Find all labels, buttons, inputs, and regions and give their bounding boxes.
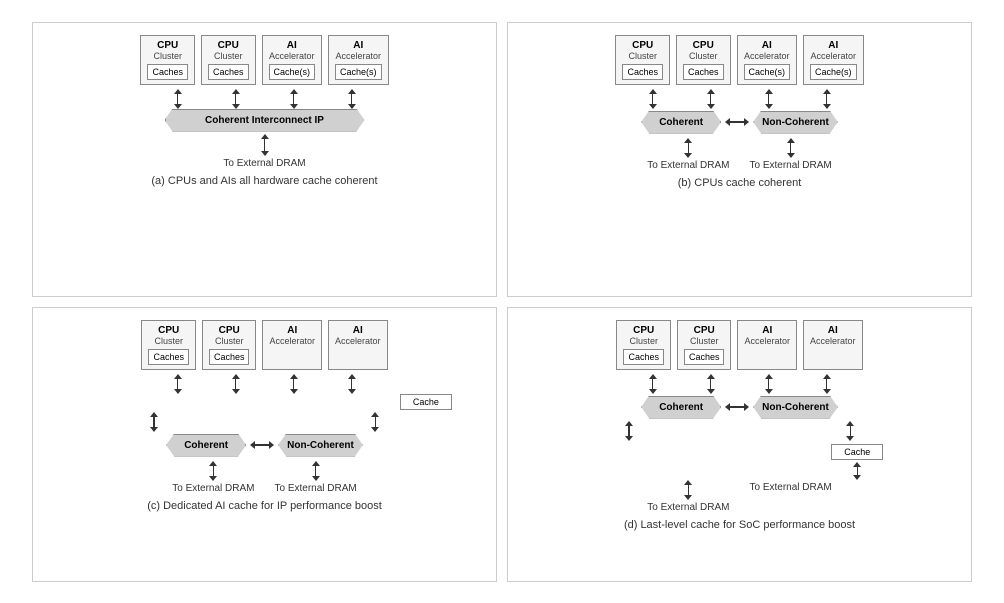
arrows-d-mid xyxy=(518,421,961,441)
cache-box: Caches xyxy=(208,64,249,80)
cluster-title: CPU xyxy=(147,40,188,51)
v-arrow-3 xyxy=(268,89,320,109)
dram-label-b2: To External DRAM xyxy=(750,160,832,171)
cluster-ai1-d: AI Accelerator xyxy=(737,320,797,370)
main-container: CPU Cluster Caches CPU Cluster Caches AI… xyxy=(22,12,982,592)
noncoherent-banner-b: Non-Coherent xyxy=(753,111,838,134)
arrows-c-top xyxy=(152,374,378,394)
dram-label-a: To External DRAM xyxy=(223,158,305,169)
llc-box-d: Cache xyxy=(831,444,883,460)
cluster-subtitle: Cluster xyxy=(147,51,188,61)
v-arrow-1 xyxy=(152,89,204,109)
clusters-row-b: CPU Cluster Caches CPU Cluster Caches AI… xyxy=(615,35,863,85)
llc-row-d: Cache xyxy=(518,441,961,480)
h-arrow-b xyxy=(725,118,749,126)
interconnect-row-d: Coherent Non-Coherent xyxy=(641,396,838,419)
arrows-b xyxy=(627,89,853,109)
dram-row-d: To External DRAM To External DRAM xyxy=(647,480,832,513)
arrows-c-mid xyxy=(43,412,486,432)
caption-a: (a) CPUs and AIs all hardware cache cohe… xyxy=(151,175,377,187)
interconnect-row-b: Coherent Non-Coherent xyxy=(641,111,838,134)
v-arrow-2 xyxy=(210,89,262,109)
cluster-title: AI xyxy=(335,40,382,51)
arrows-to-interconnect-a xyxy=(152,89,378,109)
dram-label-d1: To External DRAM xyxy=(647,502,729,513)
cluster-cpu1-d: CPU Cluster Caches xyxy=(616,320,671,370)
cluster-ai2-b: AI Accelerator Cache(s) xyxy=(803,35,864,85)
cluster-title: AI xyxy=(269,40,316,51)
cluster-ai2-c: AI Accelerator xyxy=(328,320,388,370)
diagram-a: CPU Cluster Caches CPU Cluster Caches AI… xyxy=(32,22,497,297)
caption-d: (d) Last-level cache for SoC performance… xyxy=(624,519,855,531)
cluster-ai2-a: AI Accelerator Cache(s) xyxy=(328,35,389,85)
noncoherent-banner-d: Non-Coherent xyxy=(753,396,838,419)
cluster-subtitle: Accelerator xyxy=(335,51,382,61)
v-arrow-4 xyxy=(326,89,378,109)
cache-box: Cache(s) xyxy=(335,64,382,80)
cluster-cpu2-c: CPU Cluster Caches xyxy=(202,320,257,370)
cluster-title: CPU xyxy=(208,40,249,51)
h-arrow-c xyxy=(250,441,274,449)
cluster-ai2-d: AI Accelerator xyxy=(803,320,863,370)
coherent-banner-d: Coherent xyxy=(641,396,721,419)
arrows-d-top xyxy=(627,374,853,394)
dram-row-b: To External DRAM To External DRAM xyxy=(647,138,832,171)
cluster-cpu2-d: CPU Cluster Caches xyxy=(677,320,732,370)
cluster-cpu2-b: CPU Cluster Caches xyxy=(676,35,731,85)
noncoherent-banner-c: Non-Coherent xyxy=(278,434,363,457)
clusters-row-c: CPU Cluster Caches CPU Cluster Caches AI… xyxy=(141,320,387,370)
cluster-subtitle: Cluster xyxy=(208,51,249,61)
caption-b: (b) CPUs cache coherent xyxy=(678,177,802,189)
coherent-banner-b: Coherent xyxy=(641,111,721,134)
cache-box: Cache(s) xyxy=(269,64,316,80)
diagram-b: CPU Cluster Caches CPU Cluster Caches AI… xyxy=(507,22,972,297)
cluster-ai1-a: AI Accelerator Cache(s) xyxy=(262,35,323,85)
cluster-subtitle: Accelerator xyxy=(269,51,316,61)
clusters-row-a: CPU Cluster Caches CPU Cluster Caches AI… xyxy=(140,35,388,85)
dram-label-c2: To External DRAM xyxy=(275,483,357,494)
dram-row-c: To External DRAM To External DRAM xyxy=(172,461,357,494)
interconnect-row-c: Coherent Non-Coherent xyxy=(166,434,363,457)
arrow-to-dram-a xyxy=(261,134,269,156)
diagram-d: CPU Cluster Caches CPU Cluster Caches AI… xyxy=(507,307,972,582)
dram-label-c1: To External DRAM xyxy=(172,483,254,494)
dram-label-d2: To External DRAM xyxy=(750,482,832,493)
coherent-banner-c: Coherent xyxy=(166,434,246,457)
cluster-cpu1-a: CPU Cluster Caches xyxy=(140,35,195,85)
clusters-row-d: CPU Cluster Caches CPU Cluster Caches AI… xyxy=(616,320,862,370)
caption-c: (c) Dedicated AI cache for IP performanc… xyxy=(147,500,382,512)
cluster-ai1-b: AI Accelerator Cache(s) xyxy=(737,35,798,85)
cache-box: Caches xyxy=(147,64,188,80)
diagram-c: CPU Cluster Caches CPU Cluster Caches AI… xyxy=(32,307,497,582)
cluster-ai1-c: AI Accelerator xyxy=(262,320,322,370)
interconnect-banner-a: Coherent Interconnect IP xyxy=(165,109,365,132)
cluster-cpu1-c: CPU Cluster Caches xyxy=(141,320,196,370)
ai-cache-container-c: Cache xyxy=(43,394,486,410)
cluster-cpu1-b: CPU Cluster Caches xyxy=(615,35,670,85)
ai-cache-c: Cache xyxy=(400,394,452,410)
h-arrow-d xyxy=(725,403,749,411)
cluster-cpu2-a: CPU Cluster Caches xyxy=(201,35,256,85)
dram-label-b1: To External DRAM xyxy=(647,160,729,171)
